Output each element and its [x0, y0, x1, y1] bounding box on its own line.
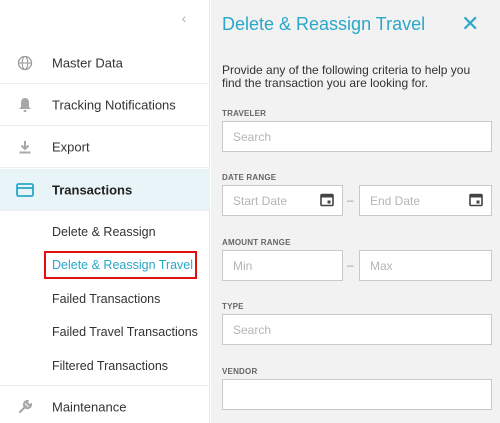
max-amount-input[interactable]: Max [359, 250, 492, 281]
traveler-search-input[interactable]: Search [222, 121, 492, 152]
sidebar-subitem-delete-reassign-travel[interactable]: Delete & Reassign Travel [44, 251, 198, 279]
type-placeholder: Search [233, 322, 272, 337]
sidebar-item-label: Maintenance [52, 399, 127, 415]
vendor-input[interactable] [222, 379, 492, 410]
globe-icon [16, 54, 34, 72]
sidebar-item-maintenance[interactable]: Maintenance [0, 386, 210, 423]
sidebar-subitem-delete-reassign[interactable]: Delete & Reassign [52, 225, 156, 239]
min-amount-placeholder: Min [233, 258, 253, 273]
download-icon [16, 138, 34, 156]
calendar-icon[interactable] [320, 192, 334, 209]
max-amount-placeholder: Max [370, 258, 393, 273]
card-icon [16, 181, 34, 199]
sidebar-item-label: Transactions [52, 182, 133, 197]
calendar-icon[interactable] [469, 192, 483, 209]
date-range-label: DATE RANGE [222, 173, 277, 182]
collapse-sidebar-icon[interactable]: ‹ [177, 10, 191, 26]
end-date-input[interactable]: End Date [359, 185, 492, 216]
wrench-icon [16, 398, 34, 416]
panel-title: Delete & Reassign Travel [222, 14, 426, 34]
start-date-placeholder: Start Date [233, 193, 288, 208]
min-amount-input[interactable]: Min [222, 250, 343, 281]
traveler-label: TRAVELER [222, 109, 267, 118]
panel-description: Provide any of the following criteria to… [222, 63, 471, 90]
sidebar: ‹ Master Data Tracking Notifications Exp… [0, 0, 210, 423]
sidebar-item-label: Master Data [52, 55, 123, 70]
date-range-separator: – [347, 193, 354, 207]
close-icon[interactable]: ✕ [461, 12, 479, 36]
sidebar-item-label: Export [52, 139, 90, 154]
sidebar-item-tracking-notifications[interactable]: Tracking Notifications [0, 84, 210, 126]
sidebar-item-master-data[interactable]: Master Data [0, 42, 210, 84]
amount-range-separator: – [347, 258, 354, 272]
sidebar-subitem-filtered-transactions[interactable]: Filtered Transactions [52, 359, 168, 373]
filter-panel: Delete & Reassign Travel ✕ Provide any o… [211, 0, 500, 423]
start-date-input[interactable]: Start Date [222, 185, 343, 216]
amount-range-label: AMOUNT RANGE [222, 238, 291, 247]
sidebar-item-label: Tracking Notifications [52, 97, 176, 112]
traveler-placeholder: Search [233, 129, 272, 144]
type-label: TYPE [222, 302, 244, 311]
sidebar-subitem-failed-travel-transactions[interactable]: Failed Travel Transactions [52, 325, 198, 339]
bell-icon [16, 96, 34, 114]
type-search-input[interactable]: Search [222, 314, 492, 345]
sidebar-subitem-failed-transactions[interactable]: Failed Transactions [52, 292, 160, 306]
sidebar-item-export[interactable]: Export [0, 126, 210, 168]
sidebar-item-transactions[interactable]: Transactions [0, 169, 210, 211]
vendor-label: VENDOR [222, 367, 258, 376]
end-date-placeholder: End Date [370, 193, 421, 208]
